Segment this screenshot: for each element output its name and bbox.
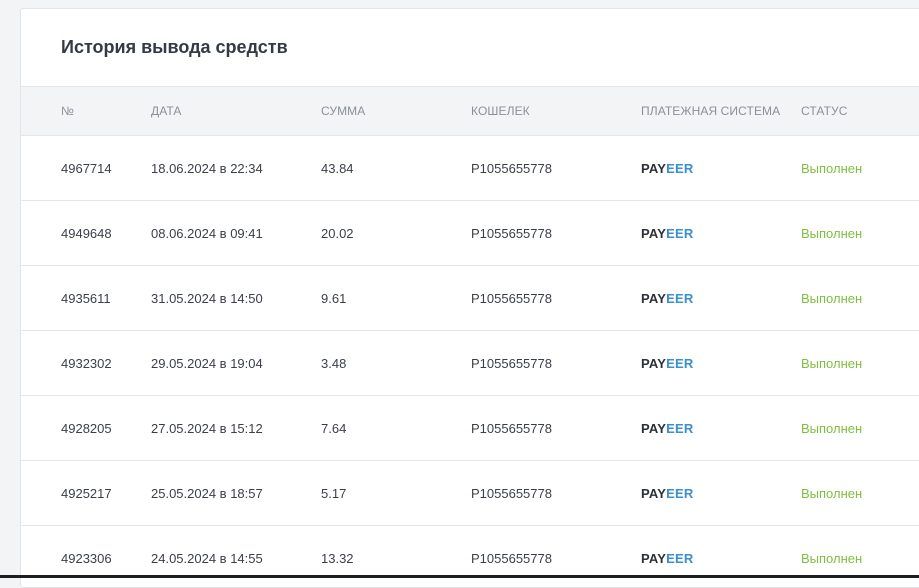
table-row: 4928205 27.05.2024 в 15:12 7.64 P1055655… — [21, 396, 919, 461]
status-badge: Выполнен — [801, 421, 863, 436]
row-date: 31.05.2024 в 14:50 — [151, 291, 263, 306]
header-number: № — [61, 104, 74, 118]
status-badge: Выполнен — [801, 356, 863, 371]
table-row: 4932302 29.05.2024 в 19:04 3.48 P1055655… — [21, 331, 919, 396]
row-sum: 5.17 — [321, 486, 347, 501]
status-badge: Выполнен — [801, 486, 863, 501]
payeer-logo: PAYEER — [641, 421, 694, 436]
table-row: 4967714 18.06.2024 в 22:34 43.84 P105565… — [21, 136, 919, 201]
row-number: 4932302 — [61, 356, 112, 371]
header-status: СТАТУС — [801, 104, 848, 118]
row-wallet: P1055655778 — [471, 291, 552, 306]
payeer-logo-part-pay: PAY — [641, 356, 667, 371]
payeer-logo-part-pay: PAY — [641, 486, 667, 501]
status-badge: Выполнен — [801, 226, 863, 241]
row-number: 4925217 — [61, 486, 112, 501]
row-wallet: P1055655778 — [471, 551, 552, 566]
status-badge: Выполнен — [801, 161, 863, 176]
payeer-logo-part-eer: EER — [666, 356, 694, 371]
row-date: 18.06.2024 в 22:34 — [151, 161, 263, 176]
header-date: ДАТА — [151, 104, 182, 118]
payeer-logo: PAYEER — [641, 226, 694, 241]
row-sum: 7.64 — [321, 421, 347, 436]
row-number: 4935611 — [61, 291, 111, 306]
payeer-logo-part-pay: PAY — [641, 161, 667, 176]
row-number: 4928205 — [61, 421, 112, 436]
payeer-logo: PAYEER — [641, 551, 694, 566]
row-wallet: P1055655778 — [471, 486, 552, 501]
payeer-logo-part-eer: EER — [666, 551, 694, 566]
row-number: 4949648 — [61, 226, 112, 241]
row-date: 25.05.2024 в 18:57 — [151, 486, 263, 501]
row-sum: 20.02 — [321, 226, 354, 241]
payeer-logo-part-pay: PAY — [641, 226, 667, 241]
row-wallet: P1055655778 — [471, 226, 552, 241]
row-number: 4967714 — [61, 161, 112, 176]
row-sum: 3.48 — [321, 356, 347, 371]
payeer-logo: PAYEER — [641, 356, 694, 371]
withdrawal-history-panel: История вывода средств № ДАТА СУММА КОШЕ… — [20, 8, 919, 588]
row-date: 27.05.2024 в 15:12 — [151, 421, 263, 436]
header-sum: СУММА — [321, 104, 366, 118]
payeer-logo-part-pay: PAY — [641, 551, 667, 566]
table-row: 4935611 31.05.2024 в 14:50 9.61 P1055655… — [21, 266, 919, 331]
payeer-logo: PAYEER — [641, 486, 694, 501]
table-row: 4949648 08.06.2024 в 09:41 20.02 P105565… — [21, 201, 919, 266]
status-badge: Выполнен — [801, 551, 863, 566]
header-payment-system: ПЛАТЕЖНАЯ СИСТЕМА — [641, 104, 781, 118]
row-date: 24.05.2024 в 14:55 — [151, 551, 263, 566]
payeer-logo-part-eer: EER — [666, 291, 694, 306]
row-sum: 9.61 — [321, 291, 347, 306]
table-row: 4925217 25.05.2024 в 18:57 5.17 P1055655… — [21, 461, 919, 526]
payeer-logo-part-eer: EER — [666, 226, 694, 241]
payeer-logo: PAYEER — [641, 291, 694, 306]
table-row: 4923306 24.05.2024 в 14:55 13.32 P105565… — [21, 526, 919, 587]
status-badge: Выполнен — [801, 291, 863, 306]
row-wallet: P1055655778 — [471, 421, 552, 436]
row-wallet: P1055655778 — [471, 161, 552, 176]
payeer-logo-part-pay: PAY — [641, 291, 667, 306]
payeer-logo: PAYEER — [641, 161, 694, 176]
panel-title: История вывода средств — [61, 37, 288, 57]
row-date: 29.05.2024 в 19:04 — [151, 356, 263, 371]
row-sum: 13.32 — [321, 551, 354, 566]
payeer-logo-part-eer: EER — [666, 421, 694, 436]
row-number: 4923306 — [61, 551, 112, 566]
row-sum: 43.84 — [321, 161, 354, 176]
row-wallet: P1055655778 — [471, 356, 552, 371]
header-wallet: КОШЕЛЕК — [471, 104, 530, 118]
table-header: № ДАТА СУММА КОШЕЛЕК ПЛАТЕЖНАЯ СИСТЕМА С… — [21, 86, 919, 136]
payeer-logo-part-pay: PAY — [641, 421, 667, 436]
row-date: 08.06.2024 в 09:41 — [151, 226, 263, 241]
payeer-logo-part-eer: EER — [666, 161, 694, 176]
payeer-logo-part-eer: EER — [666, 486, 694, 501]
table-body: 4967714 18.06.2024 в 22:34 43.84 P105565… — [21, 136, 919, 587]
